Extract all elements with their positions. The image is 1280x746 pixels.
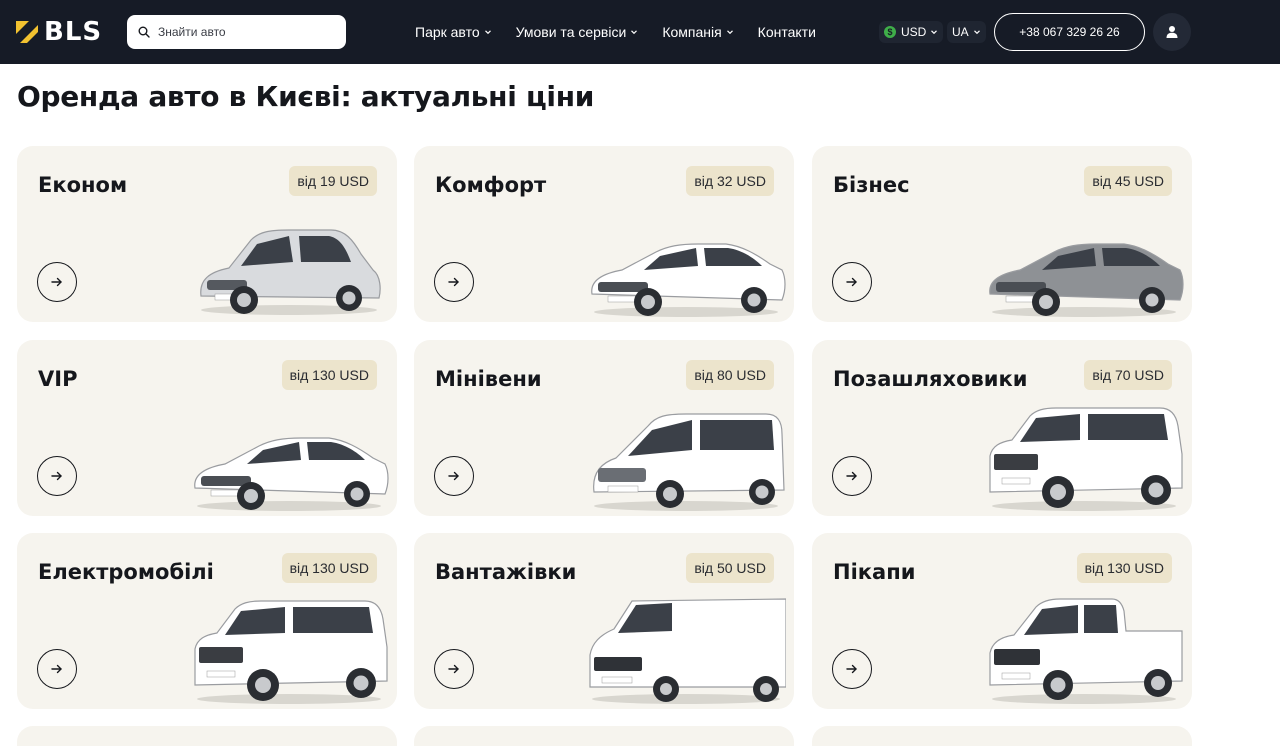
nav-item-company[interactable]: Компанія (662, 24, 733, 40)
arrow-right-icon (448, 471, 459, 481)
car-image (589, 598, 786, 704)
car-image (989, 407, 1183, 511)
logo-text: BLS (44, 17, 103, 47)
nav-item-fleet[interactable]: Парк авто (415, 24, 492, 40)
nav-item-label: Компанія (662, 24, 722, 40)
logo-mark-icon (16, 21, 38, 43)
user-icon (1166, 26, 1178, 38)
category-open-button[interactable] (434, 649, 474, 689)
category-grid: Економ від 19 USD Комфорт від 32 USD Бізнес в… (17, 146, 1193, 746)
logo[interactable]: BLS (16, 17, 103, 47)
category-open-button[interactable] (832, 649, 872, 689)
category-card-partial (414, 726, 794, 746)
category-name: Позашляховики (833, 367, 1028, 391)
price-badge: від 80 USD (686, 360, 774, 390)
price-badge: від 130 USD (1076, 553, 1172, 583)
category-card-partial (812, 726, 1192, 746)
arrow-right-icon (846, 664, 857, 674)
category-name: Пікапи (833, 560, 916, 584)
category-card[interactable]: Економ від 19 USD (17, 146, 397, 322)
category-open-button[interactable] (37, 456, 77, 496)
currency-label: USD (901, 25, 927, 39)
price-badge: від 19 USD (289, 166, 377, 196)
arrow-right-icon (448, 664, 459, 674)
category-name: Електромобілі (38, 560, 214, 584)
category-name: Комфорт (435, 173, 547, 197)
language-selector[interactable]: UA (947, 21, 986, 43)
category-card[interactable]: VIP від 130 USD (17, 340, 397, 516)
category-name: Мінівени (435, 367, 542, 391)
nav-item-label: Парк авто (415, 24, 480, 40)
account-button[interactable] (1153, 13, 1191, 51)
main-nav: Парк авто Умови та сервіси Компанія Конт… (415, 0, 840, 64)
chevron-down-icon (631, 30, 638, 35)
page-title: Оренда авто в Києві: актуальні ціни (17, 80, 595, 113)
category-card-partial (17, 726, 397, 746)
category-name: Вантажівки (435, 560, 577, 584)
car-image (194, 600, 388, 704)
chevron-down-icon (973, 30, 980, 35)
category-open-button[interactable] (37, 262, 77, 302)
price-badge: від 32 USD (686, 166, 774, 196)
car-image (591, 243, 786, 317)
car-image (989, 598, 1183, 704)
car-image (989, 243, 1184, 317)
language-label: UA (952, 25, 969, 39)
car-image (200, 229, 381, 315)
category-card[interactable]: Електромобілі від 130 USD (17, 533, 397, 709)
category-open-button[interactable] (832, 456, 872, 496)
dollar-icon: $ (884, 26, 896, 38)
category-name: Бізнес (833, 173, 910, 197)
price-badge: від 130 USD (281, 360, 377, 390)
category-card[interactable]: Вантажівки від 50 USD (414, 533, 794, 709)
price-badge: від 45 USD (1084, 166, 1172, 196)
search-input[interactable] (158, 25, 338, 39)
chevron-down-icon (484, 30, 491, 35)
category-card[interactable]: Пікапи від 130 USD (812, 533, 1192, 709)
chevron-down-icon (726, 30, 733, 35)
site-header: BLS Парк авто Умови та сервіси Компанія … (0, 0, 1280, 64)
car-image (194, 437, 389, 511)
arrow-right-icon (51, 471, 62, 481)
category-open-button[interactable] (434, 262, 474, 302)
category-card[interactable]: Позашляховики від 70 USD (812, 340, 1192, 516)
arrow-right-icon (448, 277, 459, 287)
price-badge: від 70 USD (1084, 360, 1172, 390)
category-card[interactable]: Мінівени від 80 USD (414, 340, 794, 516)
category-card[interactable]: Бізнес від 45 USD (812, 146, 1192, 322)
arrow-right-icon (51, 664, 62, 674)
chevron-down-icon (931, 30, 938, 35)
category-name: Економ (38, 173, 128, 197)
nav-item-label: Контакти (757, 24, 816, 40)
search-box[interactable] (127, 15, 346, 49)
category-card[interactable]: Комфорт від 32 USD (414, 146, 794, 322)
search-icon (138, 26, 150, 38)
phone-button[interactable]: +38 067 329 26 26 (994, 13, 1145, 51)
nav-item-terms[interactable]: Умови та сервіси (516, 24, 639, 40)
category-open-button[interactable] (832, 262, 872, 302)
category-name: VIP (38, 367, 78, 391)
category-open-button[interactable] (37, 649, 77, 689)
arrow-right-icon (846, 277, 857, 287)
category-open-button[interactable] (434, 456, 474, 496)
price-badge: від 50 USD (686, 553, 774, 583)
nav-item-label: Умови та сервіси (515, 24, 627, 40)
arrow-right-icon (846, 471, 857, 481)
car-image (593, 413, 785, 511)
arrow-right-icon (51, 277, 62, 287)
nav-item-contacts[interactable]: Контакти (758, 24, 816, 40)
price-badge: від 130 USD (281, 553, 377, 583)
currency-selector[interactable]: $ USD (879, 21, 944, 43)
